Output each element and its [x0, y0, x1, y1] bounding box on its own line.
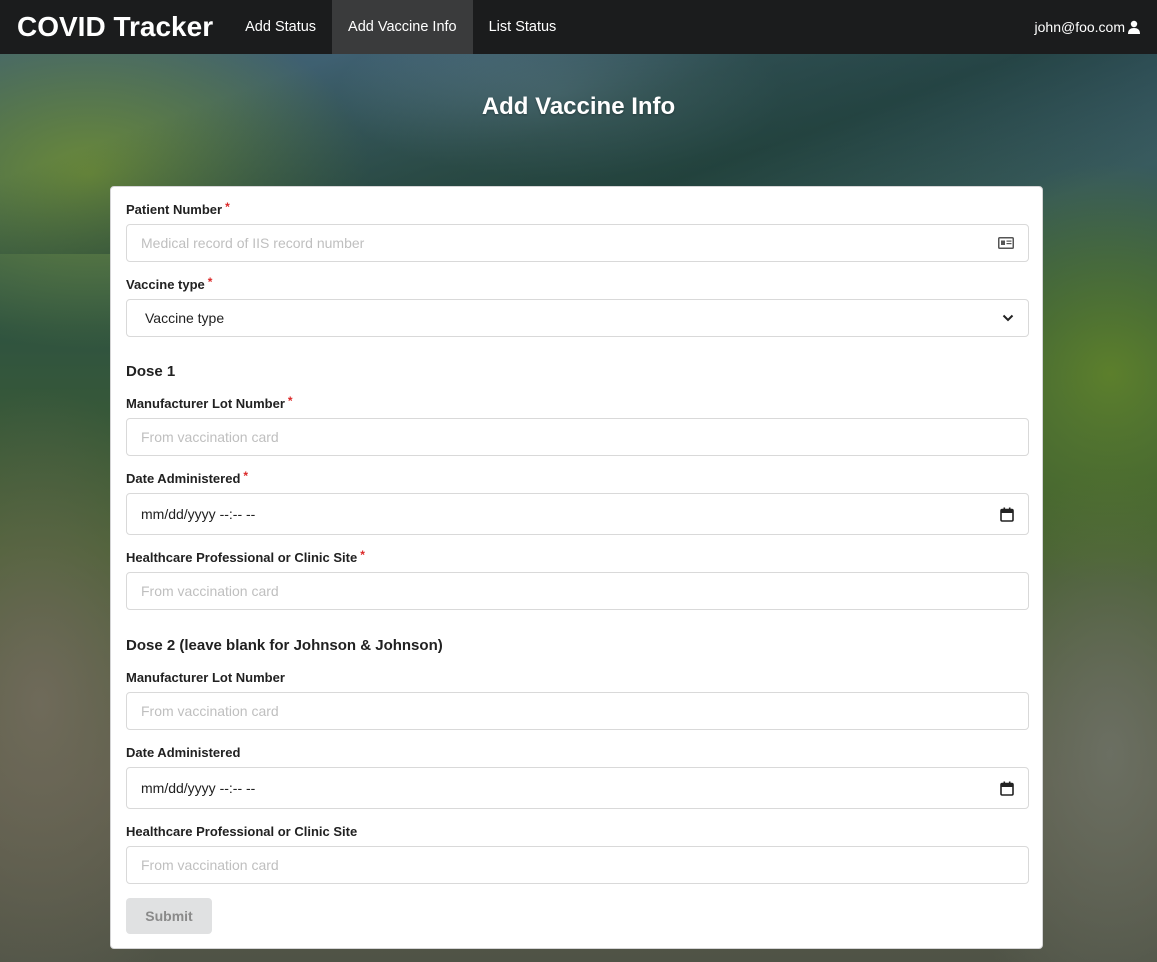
- dose2-date-input[interactable]: mm/dd/yyyy --:-- --: [126, 767, 1029, 809]
- dose2-site-label: Healthcare Professional or Clinic Site: [126, 824, 1029, 842]
- calendar-icon[interactable]: [1000, 781, 1014, 796]
- dose1-lot-label: Manufacturer Lot Number *: [126, 394, 1029, 414]
- calendar-icon[interactable]: [1000, 507, 1014, 522]
- submit-button[interactable]: Submit: [126, 898, 212, 934]
- dose2-lot-label: Manufacturer Lot Number: [126, 670, 1029, 688]
- dose2-heading: Dose 2 (leave blank for Johnson & Johnso…: [126, 637, 443, 654]
- vaccine-type-selected: Vaccine type: [145, 310, 225, 326]
- patient-number-field: Patient Number * Medical record of IIS r…: [126, 200, 1029, 262]
- chevron-down-icon: [1002, 314, 1014, 322]
- dose2-lot-label-text: Manufacturer Lot Number: [126, 670, 285, 685]
- dose2-date-field: Date Administered mm/dd/yyyy --:-- --: [126, 745, 1029, 809]
- nav-add-status[interactable]: Add Status: [229, 0, 332, 54]
- vaccine-form: Patient Number * Medical record of IIS r…: [110, 186, 1043, 949]
- dose1-site-label: Healthcare Professional or Clinic Site *: [126, 548, 1029, 568]
- user-email: john@foo.com: [1034, 19, 1125, 35]
- dose2-lot-placeholder: From vaccination card: [141, 703, 279, 719]
- dose2-lot-field: Manufacturer Lot Number From vaccination…: [126, 670, 1029, 730]
- dose1-lot-field: Manufacturer Lot Number * From vaccinati…: [126, 394, 1029, 456]
- id-card-icon: [998, 237, 1014, 249]
- dose1-date-field: Date Administered * mm/dd/yyyy --:-- --: [126, 469, 1029, 535]
- dose1-lot-label-text: Manufacturer Lot Number: [126, 396, 285, 411]
- patient-number-label: Patient Number *: [126, 200, 1029, 220]
- dose1-site-field: Healthcare Professional or Clinic Site *…: [126, 548, 1029, 610]
- dose1-lot-input[interactable]: From vaccination card: [126, 418, 1029, 456]
- required-mark: *: [243, 469, 249, 483]
- page-title: Add Vaccine Info: [481, 93, 676, 120]
- dose2-site-placeholder: From vaccination card: [141, 857, 279, 873]
- dose1-site-input[interactable]: From vaccination card: [126, 572, 1029, 610]
- dose1-date-label: Date Administered *: [126, 469, 1029, 489]
- brand-title[interactable]: COVID Tracker: [0, 0, 229, 54]
- user-menu[interactable]: john@foo.com: [1035, 0, 1157, 54]
- dose2-date-label: Date Administered: [126, 745, 1029, 763]
- dose2-site-label-text: Healthcare Professional or Clinic Site: [126, 824, 358, 839]
- vaccine-type-select[interactable]: Vaccine type: [126, 299, 1029, 337]
- required-mark: *: [360, 548, 365, 562]
- vaccine-type-label-text: Vaccine type: [126, 277, 205, 292]
- required-mark: *: [207, 275, 213, 289]
- patient-number-placeholder: Medical record of IIS record number: [141, 235, 365, 251]
- dose1-lot-placeholder: From vaccination card: [141, 429, 279, 445]
- dose1-date-input[interactable]: mm/dd/yyyy --:-- --: [126, 493, 1029, 535]
- top-navbar: COVID Tracker Add Status Add Vaccine Inf…: [0, 0, 1157, 54]
- dose1-date-value: mm/dd/yyyy --:-- --: [141, 506, 256, 522]
- dose2-lot-input[interactable]: From vaccination card: [126, 692, 1029, 730]
- vaccine-type-field: Vaccine type * Vaccine type: [126, 275, 1029, 337]
- nav-add-vaccine-info[interactable]: Add Vaccine Info: [332, 0, 473, 54]
- dose1-date-label-text: Date Administered: [126, 471, 241, 486]
- patient-number-input[interactable]: Medical record of IIS record number: [126, 224, 1029, 262]
- required-mark: *: [287, 394, 293, 408]
- dose1-site-label-text: Healthcare Professional or Clinic Site: [126, 550, 358, 565]
- required-mark: *: [225, 200, 230, 214]
- dose1-site-placeholder: From vaccination card: [141, 583, 279, 599]
- dose2-site-field: Healthcare Professional or Clinic Site F…: [126, 824, 1029, 884]
- dose2-site-input[interactable]: From vaccination card: [126, 846, 1029, 884]
- dose2-date-label-text: Date Administered: [126, 745, 241, 760]
- dose1-heading: Dose 1: [126, 363, 176, 380]
- vaccine-type-label: Vaccine type *: [126, 275, 1029, 295]
- nav-list-status[interactable]: List Status: [473, 0, 573, 54]
- dose2-date-value: mm/dd/yyyy --:-- --: [141, 780, 256, 796]
- patient-number-label-text: Patient Number: [126, 202, 223, 217]
- user-icon: [1127, 20, 1141, 34]
